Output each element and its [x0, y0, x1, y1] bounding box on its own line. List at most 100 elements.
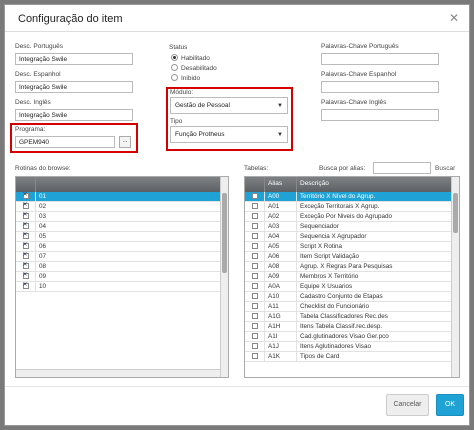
checkbox-icon[interactable]	[251, 223, 258, 229]
chevron-down-icon: ▼	[277, 103, 283, 109]
checkbox-checked-icon[interactable]	[22, 252, 29, 259]
tabelas-row[interactable]: A0A Equipe X Usuarios	[245, 282, 459, 292]
rotinas-grid-body: 01020304050607080910	[16, 192, 228, 292]
rotinas-grid-header	[16, 177, 228, 192]
tabelas-row[interactable]: A10 Cadastro Conjunto de Etapas	[245, 292, 459, 302]
tabelas-row[interactable]: A1H Itens Tabela Classif.rec.desp.	[245, 322, 459, 332]
kw-es-label: Palavras-Chave Espanhol	[321, 71, 397, 78]
busca-alias-input[interactable]	[373, 162, 431, 174]
programa-lookup-button[interactable]: ...	[119, 136, 131, 148]
checkbox-checked-icon[interactable]	[22, 222, 29, 229]
ok-button[interactable]: OK	[436, 394, 464, 416]
rotina-code: 07	[36, 252, 228, 261]
rotinas-row[interactable]: 06	[16, 242, 228, 252]
kw-en-input[interactable]	[321, 109, 439, 121]
rotinas-row[interactable]: 05	[16, 232, 228, 242]
descricao-cell: Itens Tabela Classif.rec.desp.	[297, 322, 459, 331]
checkbox-icon[interactable]	[251, 263, 258, 269]
col-alias-header[interactable]: Alias	[265, 177, 297, 192]
tipo-select[interactable]: Função Protheus ▼	[170, 126, 288, 143]
checkbox-checked-icon[interactable]	[22, 262, 29, 269]
checkbox-icon[interactable]	[251, 343, 258, 349]
tabelas-row[interactable]: A08 Agrup. X Regras Para Pesquisas	[245, 262, 459, 272]
tabelas-row[interactable]: A1G Tabela Classificadores Rec.des	[245, 312, 459, 322]
dialog-title: Configuração do item	[18, 13, 123, 25]
close-icon[interactable]: ✕	[449, 11, 459, 25]
alias-cell: A05	[265, 242, 297, 251]
checkbox-checked-icon[interactable]	[22, 272, 29, 279]
checkbox-icon[interactable]	[251, 233, 258, 239]
rotina-code: 06	[36, 242, 228, 251]
tabelas-row[interactable]: A11 Checklist do Funcionário	[245, 302, 459, 312]
descricao-cell: Tabela Classificadores Rec.des	[297, 312, 459, 321]
rotinas-row[interactable]: 03	[16, 212, 228, 222]
checkbox-icon[interactable]	[251, 353, 258, 359]
programa-input[interactable]: GPEM940	[15, 136, 115, 148]
tabelas-vertical-scrollbar[interactable]	[451, 177, 459, 377]
alias-cell: A1G	[265, 312, 297, 321]
tabelas-grid-header: Alias Descrição	[245, 177, 459, 192]
scrollbar-thumb[interactable]	[222, 193, 227, 273]
checkbox-icon[interactable]	[251, 303, 258, 309]
checkbox-icon[interactable]	[251, 273, 258, 279]
rotinas-label: Rotinas do browse:	[15, 165, 71, 172]
kw-es-input[interactable]	[321, 81, 439, 93]
descricao-cell: Item Script Validação	[297, 252, 459, 261]
checkbox-icon[interactable]	[251, 193, 258, 199]
rotinas-row[interactable]: 02	[16, 202, 228, 212]
desc-en-label: Desc. Inglês	[15, 99, 51, 106]
desc-pt-input[interactable]: Integração Swile	[15, 53, 133, 65]
checkbox-icon[interactable]	[251, 253, 258, 259]
rotina-code: 08	[36, 262, 228, 271]
rotinas-row[interactable]: 01	[16, 192, 228, 202]
desc-en-input[interactable]: Integração Swile	[15, 109, 133, 121]
cancel-button[interactable]: Cancelar	[386, 394, 429, 416]
checkbox-checked-icon[interactable]	[22, 192, 29, 199]
modulo-select[interactable]: Gestão de Pessoal ▼	[170, 97, 288, 114]
tabelas-row[interactable]: A1J Itens Aglutinadores Visao	[245, 342, 459, 352]
tabelas-row[interactable]: A00 Território X Nível do Agrup.	[245, 192, 459, 202]
checkbox-checked-icon[interactable]	[22, 242, 29, 249]
descricao-cell: Tipos de Card	[297, 352, 459, 361]
checkbox-icon[interactable]	[251, 283, 258, 289]
tabelas-row[interactable]: A09 Membros X Território	[245, 272, 459, 282]
checkbox-icon[interactable]	[251, 323, 258, 329]
col-descricao-header[interactable]: Descrição	[297, 177, 459, 192]
rotinas-row[interactable]: 07	[16, 252, 228, 262]
checkbox-checked-icon[interactable]	[22, 202, 29, 209]
descricao-cell: Itens Aglutinadores Visao	[297, 342, 459, 351]
desc-es-input[interactable]: Integração Swile	[15, 81, 133, 93]
tabelas-row[interactable]: A05 Script X Rotina	[245, 242, 459, 252]
checkbox-icon[interactable]	[251, 293, 258, 299]
tabelas-row[interactable]: A03 Sequenciador	[245, 222, 459, 232]
checkbox-checked-icon[interactable]	[22, 282, 29, 289]
tabelas-row[interactable]: A1I Cad.glutinadores Visao Ger.pco	[245, 332, 459, 342]
checkbox-checked-icon[interactable]	[22, 232, 29, 239]
kw-pt-input[interactable]	[321, 53, 439, 65]
checkbox-icon[interactable]	[251, 333, 258, 339]
rotinas-row[interactable]: 04	[16, 222, 228, 232]
status-radio-desabilitado[interactable]: Desabilitado	[171, 64, 217, 72]
tabelas-row[interactable]: A02 Exceção Por Niveis do Agrupado	[245, 212, 459, 222]
rotinas-horizontal-scrollbar[interactable]	[16, 369, 220, 377]
buscar-button[interactable]: Buscar	[435, 165, 455, 172]
rotinas-row[interactable]: 10	[16, 282, 228, 292]
checkbox-icon[interactable]	[251, 203, 258, 209]
checkbox-checked-icon[interactable]	[22, 212, 29, 219]
tabelas-row[interactable]: A04 Sequencia X Agrupador	[245, 232, 459, 242]
tabelas-row[interactable]: A1K Tipos de Card	[245, 352, 459, 362]
checkbox-icon[interactable]	[251, 213, 258, 219]
tabelas-row[interactable]: A01 Exceção Territorais X Agrup.	[245, 202, 459, 212]
programa-label: Programa:	[15, 126, 46, 133]
tabelas-row[interactable]: A06 Item Script Validação	[245, 252, 459, 262]
rotinas-row[interactable]: 08	[16, 262, 228, 272]
checkbox-icon[interactable]	[251, 313, 258, 319]
checkbox-icon[interactable]	[251, 243, 258, 249]
rotinas-vertical-scrollbar[interactable]	[220, 177, 228, 377]
dialog-title-bar: Configuração do item ✕	[5, 5, 469, 32]
scrollbar-thumb[interactable]	[453, 193, 458, 233]
status-radio-habilitado[interactable]: Habilitado	[171, 54, 210, 62]
status-radio-inibido[interactable]: Inibido	[171, 74, 200, 82]
rotinas-row[interactable]: 09	[16, 272, 228, 282]
alias-cell: A03	[265, 222, 297, 231]
